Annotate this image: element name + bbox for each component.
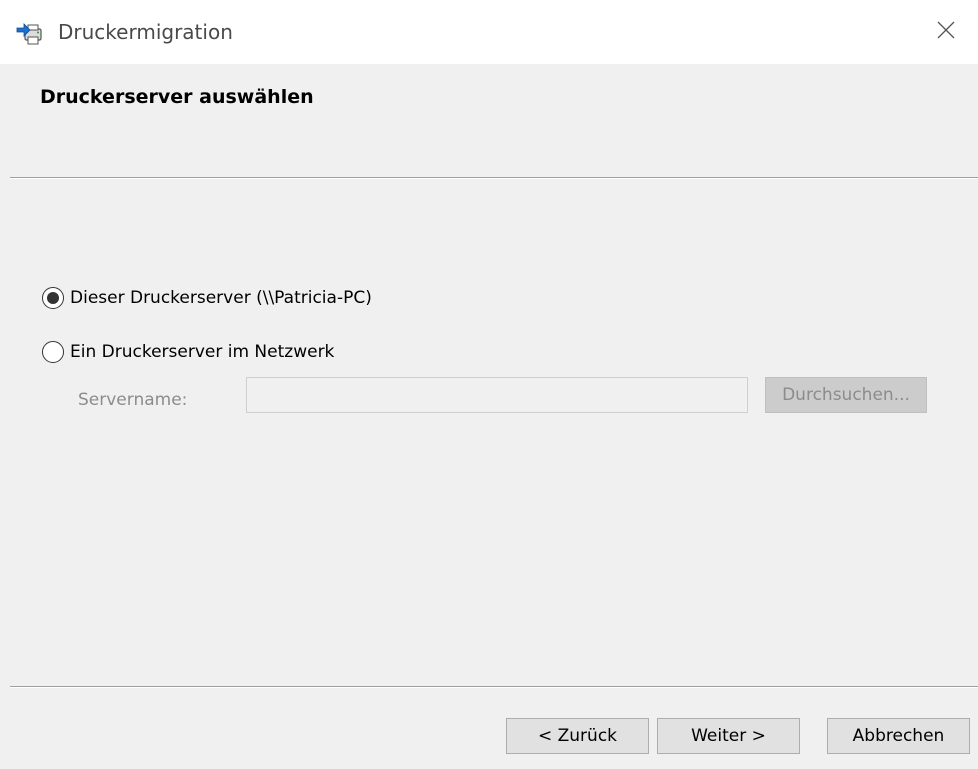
title-bar: Druckermigration bbox=[0, 0, 978, 64]
back-button[interactable]: < Zurück bbox=[506, 718, 649, 754]
footer-divider bbox=[10, 686, 978, 688]
local-server-option[interactable]: Dieser Druckerserver (\\Patricia-PC) bbox=[42, 286, 372, 310]
close-button[interactable] bbox=[914, 0, 978, 64]
radio-selected-dot bbox=[47, 292, 59, 304]
cancel-button[interactable]: Abbrechen bbox=[827, 718, 970, 754]
network-server-label: Ein Druckerserver im Netzwerk bbox=[70, 342, 335, 362]
window-title: Druckermigration bbox=[58, 20, 233, 44]
network-server-radio[interactable] bbox=[42, 341, 64, 363]
network-server-option[interactable]: Ein Druckerserver im Netzwerk bbox=[42, 340, 334, 364]
close-icon bbox=[936, 20, 956, 44]
printer-migration-window: Druckermigration Druckerserver auswählen… bbox=[0, 0, 978, 769]
browse-button[interactable]: Durchsuchen... bbox=[765, 377, 927, 413]
local-server-label: Dieser Druckerserver (\\Patricia-PC) bbox=[70, 288, 372, 308]
header-divider bbox=[10, 177, 978, 179]
server-name-label: Servername: bbox=[78, 390, 188, 410]
local-server-radio[interactable] bbox=[42, 287, 64, 309]
page-title: Druckerserver auswählen bbox=[40, 86, 314, 108]
printer-migration-icon bbox=[16, 20, 44, 46]
server-name-input[interactable] bbox=[246, 377, 748, 413]
wizard-header bbox=[0, 64, 978, 177]
next-button[interactable]: Weiter > bbox=[657, 718, 800, 754]
